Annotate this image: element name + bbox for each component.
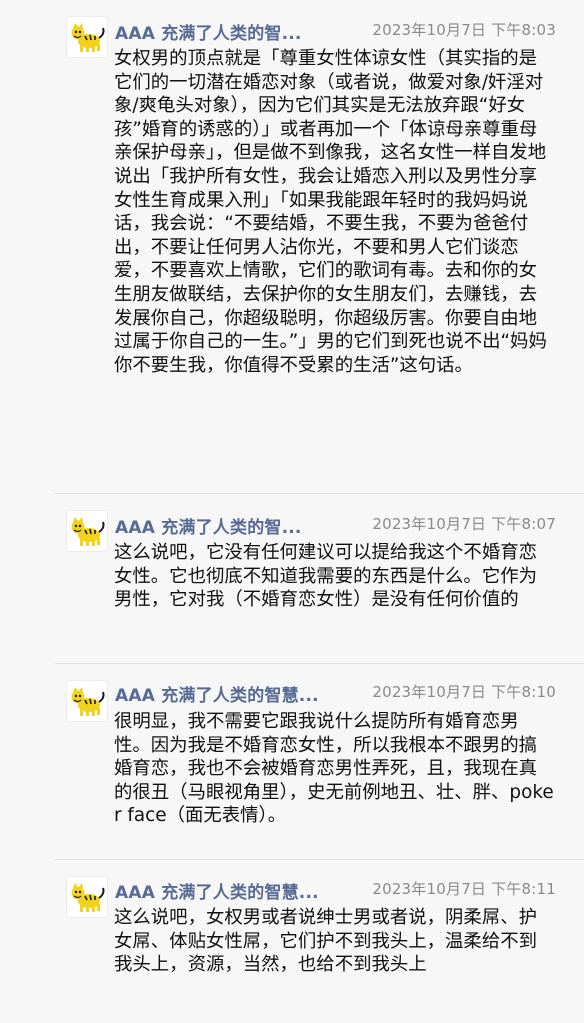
avatar[interactable] <box>66 510 108 552</box>
comment-author[interactable]: AAA 充满了人类的智慧... <box>115 878 319 903</box>
comment-item: AAA 充满了人类的智慧... 2023年10月7日 下午8:10 很明显，我不… <box>0 664 584 860</box>
comment-feed: AAA 充满了人类的智... 2023年10月7日 下午8:03 女权男的顶点就… <box>0 0 584 1023</box>
cartoon-tiger-icon <box>67 511 107 551</box>
comment-item: AAA 充满了人类的智... 2023年10月7日 下午8:03 女权男的顶点就… <box>0 0 584 494</box>
comment-author[interactable]: AAA 充满了人类的智... <box>115 19 302 44</box>
avatar[interactable] <box>66 680 108 722</box>
comment-text: 女权男的顶点就是「尊重女性体谅女性（其实指的是它们的一切潜在婚恋对象（或者说，做… <box>114 48 547 376</box>
comment-timestamp: 2023年10月7日 下午8:10 <box>372 683 556 701</box>
cartoon-tiger-icon <box>67 17 107 57</box>
comment-text: 这么说吧，女权男或者说绅士男或者说，阴柔屌、护女屌、体贴女性屌，它们护不到我头上… <box>114 907 537 976</box>
comment-item: AAA 充满了人类的智... 2023年10月7日 下午8:07 这么说吧，它没… <box>0 494 584 664</box>
comment-timestamp: 2023年10月7日 下午8:07 <box>372 515 556 533</box>
cartoon-tiger-icon <box>67 877 107 917</box>
comment-text: 这么说吧，它没有任何建议可以提给我这个不婚育恋女性。它也彻底不知道我需要的东西是… <box>114 542 537 611</box>
comment-timestamp: 2023年10月7日 下午8:03 <box>372 21 556 39</box>
comment-author[interactable]: AAA 充满了人类的智慧... <box>115 681 319 706</box>
comment-author[interactable]: AAA 充满了人类的智... <box>115 513 302 538</box>
comment-text: 很明显，我不需要它跟我说什么提防所有婚育恋男性。因为我是不婚育恋女性，所以我根本… <box>114 711 554 827</box>
comment-timestamp: 2023年10月7日 下午8:11 <box>372 880 556 898</box>
avatar[interactable] <box>66 16 108 58</box>
avatar[interactable] <box>66 876 108 918</box>
comment-item: AAA 充满了人类的智慧... 2023年10月7日 下午8:11 这么说吧，女… <box>0 860 584 1023</box>
cartoon-tiger-icon <box>67 681 107 721</box>
